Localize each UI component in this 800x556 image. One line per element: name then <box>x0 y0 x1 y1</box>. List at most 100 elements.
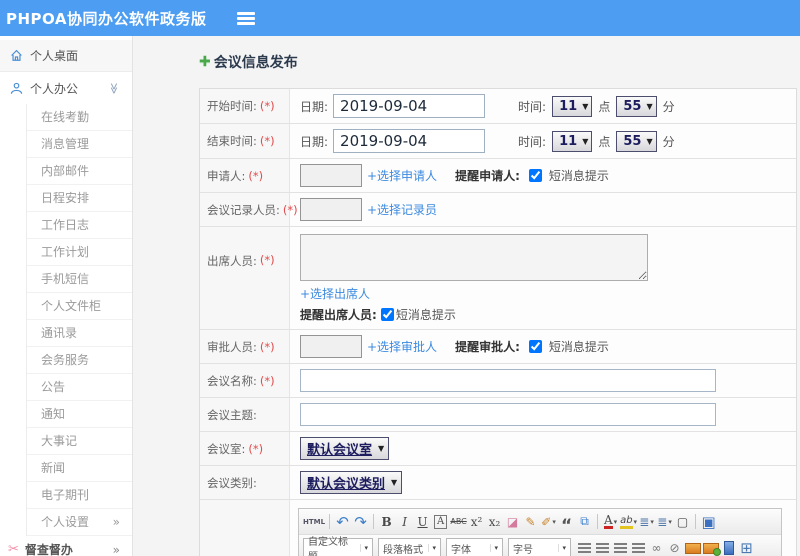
form-row-end-time: 结束时间: (*) 日期: 时间: 11▼ 点 55▼ 分 <box>200 124 796 159</box>
meeting-room-select[interactable]: 默认会议室 ▼ <box>300 437 390 460</box>
image-upload-icon[interactable] <box>702 539 721 556</box>
required-mark: (*) <box>259 339 275 354</box>
sidebar-subitem-4[interactable]: 日程安排 <box>27 185 132 212</box>
sidebar-item-office[interactable]: 个人办公 ≫ <box>0 72 132 104</box>
hour-suffix: 点 <box>598 99 611 114</box>
end-minute-select[interactable]: 55 ▼ <box>616 130 657 152</box>
sidebar-subitem-15[interactable]: 电子期刊 <box>27 482 132 509</box>
start-minute-select[interactable]: 55 ▼ <box>616 95 657 117</box>
dropdown-arrow-icon: ▾ <box>428 544 436 552</box>
choose-recorder-link[interactable]: +选择记录员 <box>367 201 437 218</box>
superscript-icon[interactable]: x² <box>468 512 485 531</box>
choose-approver-link[interactable]: +选择审批人 <box>367 338 437 355</box>
border-font-icon[interactable]: A <box>432 512 449 531</box>
sidebar-subitem-2[interactable]: 消息管理 <box>27 131 132 158</box>
align-right-icon[interactable] <box>612 539 629 556</box>
blockquote-icon[interactable]: “ <box>558 512 575 534</box>
select-arrow-icon: ▼ <box>646 101 653 111</box>
form-row-editor: HTML↶↷BIUAABCx²x₂◪✎✐▾“⧉A▾ab▾≣▾≣▾▢▣ 自定义标题… <box>200 500 796 556</box>
required-mark: (*) <box>259 134 275 148</box>
fill-color-icon[interactable]: ✐ ▾ <box>540 512 557 531</box>
fullscreen-icon[interactable]: ▣ <box>700 512 717 531</box>
sidebar-subitem-6[interactable]: 工作计划 <box>27 239 132 266</box>
font-size-select[interactable]: 字号 ▾ <box>508 538 571 556</box>
recorder-input[interactable] <box>300 198 362 221</box>
chevron-right-icon: » <box>112 515 120 529</box>
sidebar-subitem-10[interactable]: 会务服务 <box>27 347 132 374</box>
chevron-double-down-icon: ≫ <box>107 82 121 94</box>
start-hour-select[interactable]: 11 ▼ <box>552 95 593 117</box>
form-row-approver: 审批人员: (*) +选择审批人 提醒审批人: 短消息提示 <box>200 330 796 364</box>
applicant-input[interactable] <box>300 164 362 187</box>
select-arrow-icon: ▼ <box>582 101 589 111</box>
sidebar-subitem-16[interactable]: 个人设置» <box>27 509 132 536</box>
attendees-sms-checkbox[interactable] <box>380 308 394 321</box>
sidebar-subitem-5[interactable]: 工作日志 <box>27 212 132 239</box>
undo-icon[interactable]: ↶ <box>334 512 351 531</box>
html-source-icon[interactable]: HTML <box>303 512 325 531</box>
time-label: 时间: <box>518 134 547 149</box>
applicant-sms-checkbox[interactable] <box>528 169 542 182</box>
media-icon[interactable] <box>720 539 737 556</box>
sidebar-subitem-13[interactable]: 大事记 <box>27 428 132 455</box>
approver-sms-checkbox[interactable] <box>528 340 542 353</box>
approver-input[interactable] <box>300 335 362 358</box>
sidebar-subitem-14[interactable]: 新闻 <box>27 455 132 482</box>
minute-suffix: 分 <box>662 134 675 149</box>
sidebar-subitem-7[interactable]: 手机短信 <box>27 266 132 293</box>
time-label: 时间: <box>518 99 547 114</box>
sidebar-item-desktop[interactable]: 个人桌面 <box>0 40 132 72</box>
sidebar-subitem-11[interactable]: 公告 <box>27 374 132 401</box>
sidebar: 个人桌面 个人办公 ≫ 在线考勤 消息管理 内部邮件 日程安排 工作日志 工作计划 手机短信… <box>0 36 133 556</box>
sidebar-item-label: 督查督办 <box>24 543 73 556</box>
select-arrow-icon: ▼ <box>582 136 589 146</box>
sidebar-subitem-12[interactable]: 通知 <box>27 401 132 428</box>
unordered-list-icon[interactable]: ≣ ▾ <box>656 512 673 531</box>
remove-format-icon[interactable]: ◪ <box>504 512 521 531</box>
subscript-icon[interactable]: x₂ <box>486 512 503 531</box>
field-label: 审批人员: <box>207 339 257 354</box>
redo-icon[interactable]: ↷ <box>352 512 369 531</box>
ordered-list-icon[interactable]: ≣ ▾ <box>638 512 655 531</box>
choose-applicant-link[interactable]: +选择申请人 <box>367 167 437 184</box>
align-center-icon[interactable] <box>594 539 611 556</box>
choose-attendees-link[interactable]: +选择出席人 <box>300 285 370 302</box>
unlink-icon[interactable]: ⊘ <box>666 539 683 556</box>
start-date-input[interactable] <box>333 94 486 118</box>
meeting-category-select[interactable]: 默认会议类别 ▼ <box>300 471 403 494</box>
table-icon[interactable]: ⊞ <box>738 539 755 556</box>
font-family-select[interactable]: 字体 ▾ <box>446 538 503 556</box>
custom-title-select[interactable]: 自定义标题▾ <box>303 537 373 556</box>
end-hour-select[interactable]: 11 ▼ <box>552 130 593 152</box>
menu-toggle-icon[interactable] <box>236 11 255 25</box>
remind-attendees-label: 提醒出席人员: <box>300 308 377 322</box>
paragraph-format-select[interactable]: 段落格式 ▾ <box>378 538 441 556</box>
sidebar-subitem-8[interactable]: 个人文件柜 <box>27 293 132 320</box>
sidebar-subitem-1[interactable]: 在线考勤 <box>27 104 132 131</box>
align-justify-icon[interactable] <box>630 539 647 556</box>
bold-icon[interactable]: B <box>378 512 395 531</box>
sidebar-subitem-9[interactable]: 通讯录 <box>27 320 132 347</box>
hour-suffix: 点 <box>598 134 611 149</box>
underline-icon[interactable]: U <box>414 512 431 531</box>
format-brush-icon[interactable]: ✎ <box>522 512 539 531</box>
attendees-textarea[interactable] <box>300 234 648 281</box>
font-color-icon[interactable]: A ▾ <box>602 512 619 531</box>
meeting-name-input[interactable] <box>300 369 716 392</box>
home-icon <box>11 49 22 61</box>
sidebar-item-supervise[interactable]: ✂ 督查督办 » <box>0 536 132 556</box>
sidebar-subitem-3[interactable]: 内部邮件 <box>27 158 132 185</box>
highlight-color-icon[interactable]: ab ▾ <box>620 512 637 531</box>
paste-plain-text-icon[interactable]: ⧉ <box>576 512 593 531</box>
link-icon[interactable]: ∞ <box>648 539 665 556</box>
italic-icon[interactable]: I <box>396 512 413 531</box>
strikethrough-icon[interactable]: ABC <box>450 512 467 531</box>
chevron-right-icon: » <box>112 542 120 556</box>
new-page-icon[interactable]: ▢ <box>674 512 691 531</box>
end-date-input[interactable] <box>333 129 486 153</box>
image-icon[interactable] <box>684 539 701 556</box>
remind-applicant-label: 提醒申请人: <box>455 169 520 183</box>
meeting-subject-input[interactable] <box>300 403 716 426</box>
align-left-icon[interactable] <box>576 539 593 556</box>
form-row-meeting-room: 会议室: (*) 默认会议室 ▼ <box>200 432 796 466</box>
